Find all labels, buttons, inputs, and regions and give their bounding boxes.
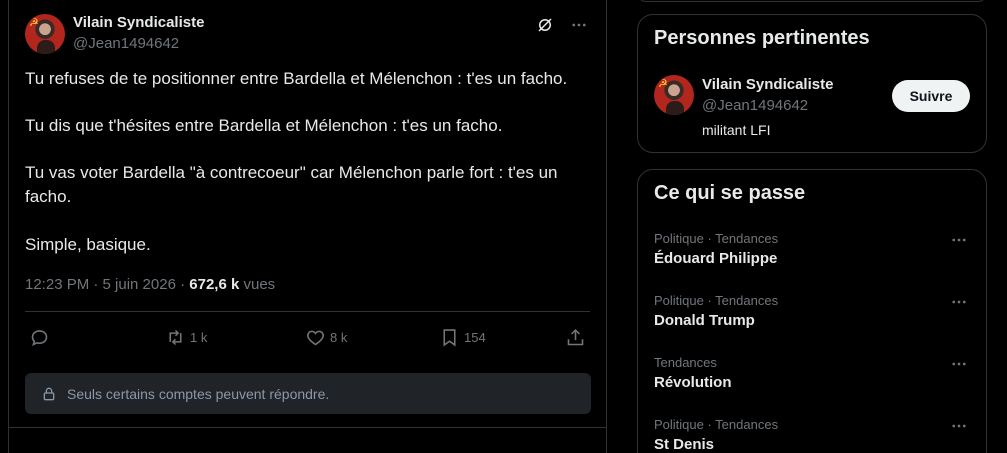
- lock-icon: [43, 387, 55, 400]
- views-label: vues: [239, 276, 276, 293]
- retweet-icon: [169, 329, 182, 345]
- follow-button[interactable]: Suivre: [892, 80, 970, 112]
- more-options-icon[interactable]: [950, 293, 968, 311]
- heart-icon: [307, 330, 324, 345]
- share-button[interactable]: [565, 322, 590, 352]
- trend-category: Politique · Tendances: [654, 231, 779, 246]
- person-handle[interactable]: @Jean1494642: [702, 97, 808, 114]
- share-icon: [567, 328, 584, 345]
- tweet-text: Tu refuses de te positionner entre Barde…: [25, 67, 595, 280]
- trend-category: Politique · Tendances: [654, 417, 779, 432]
- trend-category: Politique · Tendances: [654, 293, 779, 308]
- person-bio: militant LFI: [702, 122, 771, 138]
- hammer-sickle-icon: ☭: [29, 17, 39, 29]
- reply-button[interactable]: [29, 322, 54, 352]
- hammer-sickle-icon: ☭: [658, 78, 668, 90]
- retweet-count: 1 k: [190, 329, 208, 345]
- person-name[interactable]: Vilain Syndicaliste: [702, 76, 833, 93]
- trend-item[interactable]: Politique · Tendances Donald Trump: [654, 293, 970, 343]
- more-options-icon[interactable]: [570, 16, 588, 34]
- author-name[interactable]: Vilain Syndicaliste: [73, 14, 204, 31]
- like-button[interactable]: 8 k: [305, 322, 347, 352]
- reply-restriction-notice: Seuls certains comptes peuvent répondre.: [25, 373, 591, 414]
- previous-card: [637, 0, 987, 2]
- tweet-paragraph: Tu refuses de te positionner entre Barde…: [25, 69, 568, 88]
- person-avatar[interactable]: ☭: [654, 75, 694, 115]
- trend-category: Tendances: [654, 355, 717, 370]
- trends-title: Ce qui se passe: [654, 182, 806, 204]
- tweet-timestamp[interactable]: 12:23 PM · 5 juin 2026 ·: [25, 276, 189, 293]
- trend-item[interactable]: Politique · Tendances Édouard Philippe: [654, 231, 970, 281]
- trend-item[interactable]: Tendances Révolution: [654, 355, 970, 405]
- bookmark-count: 154: [464, 329, 486, 345]
- trend-name: Révolution: [654, 374, 732, 391]
- tweet-detail: ☭ Vilain Syndicaliste @Jean1494642 Tu re…: [8, 0, 607, 453]
- trend-item[interactable]: Politique · Tendances St Denis: [654, 417, 970, 453]
- divider: [25, 311, 590, 312]
- divider: [9, 427, 606, 428]
- reply-icon: [31, 329, 48, 346]
- tweet-meta: 12:23 PM · 5 juin 2026 · 672,6 k vues: [25, 276, 275, 293]
- views-count: 672,6 k: [189, 276, 240, 293]
- tweet-paragraph: Tu dis que t'hésites entre Bardella et M…: [25, 116, 503, 135]
- reply-restriction-text: Seuls certains comptes peuvent répondre.: [67, 385, 330, 402]
- relevant-people-card: Personnes pertinentes ☭ Vilain Syndicali…: [637, 14, 987, 153]
- bookmark-button[interactable]: 154: [439, 322, 486, 352]
- author-handle[interactable]: @Jean1494642: [73, 35, 179, 52]
- trend-name: Édouard Philippe: [654, 250, 778, 267]
- tweet-paragraph: Tu vas voter Bardella "à contrecoeur" ca…: [25, 163, 558, 206]
- retweet-button[interactable]: 1 k: [165, 322, 207, 352]
- relevant-people-title: Personnes pertinentes: [654, 27, 870, 49]
- tweet-paragraph: Simple, basique.: [25, 235, 151, 254]
- trends-card: Ce qui se passe Politique · Tendances Éd…: [637, 169, 987, 453]
- tweet-author-row: ☭ Vilain Syndicaliste @Jean1494642: [25, 12, 590, 54]
- more-options-icon[interactable]: [950, 231, 968, 249]
- tweet-actions: 1 k 8 k 154: [25, 322, 590, 352]
- more-options-icon[interactable]: [950, 417, 968, 435]
- like-count: 8 k: [330, 329, 348, 345]
- trend-name: Donald Trump: [654, 312, 755, 329]
- grok-icon[interactable]: [536, 16, 554, 34]
- more-options-icon[interactable]: [950, 355, 968, 373]
- trend-name: St Denis: [654, 436, 715, 453]
- author-avatar[interactable]: ☭: [25, 14, 65, 54]
- bookmark-icon: [443, 328, 456, 346]
